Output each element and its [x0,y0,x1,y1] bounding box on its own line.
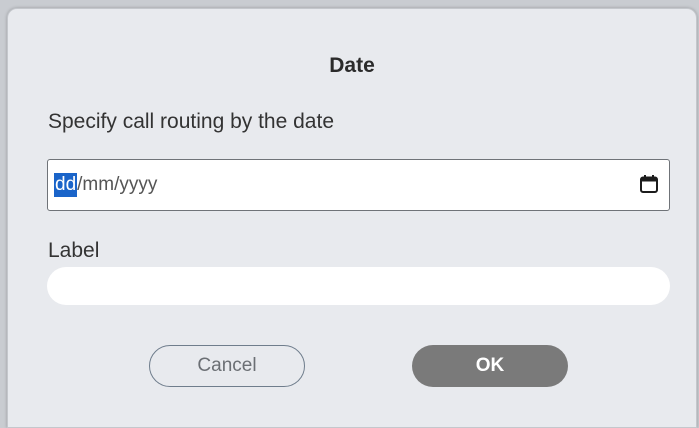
label-caption: Label [48,239,100,262]
date-input[interactable]: dd/mm/yyyy [47,159,670,211]
dialog-title: Date [329,54,375,77]
date-day-segment[interactable]: dd [54,173,78,197]
label-input[interactable] [47,267,670,305]
dialog-subtitle: Specify call routing by the date [48,110,335,133]
date-month-year-segment[interactable]: /mm/yyyy [77,174,157,196]
calendar-icon[interactable] [639,174,659,194]
cancel-button[interactable]: Cancel [149,345,305,387]
date-input-text[interactable]: dd/mm/yyyy [54,173,157,197]
date-dialog: Date Specify call routing by the date dd… [7,8,697,428]
ok-button[interactable]: OK [412,345,568,387]
